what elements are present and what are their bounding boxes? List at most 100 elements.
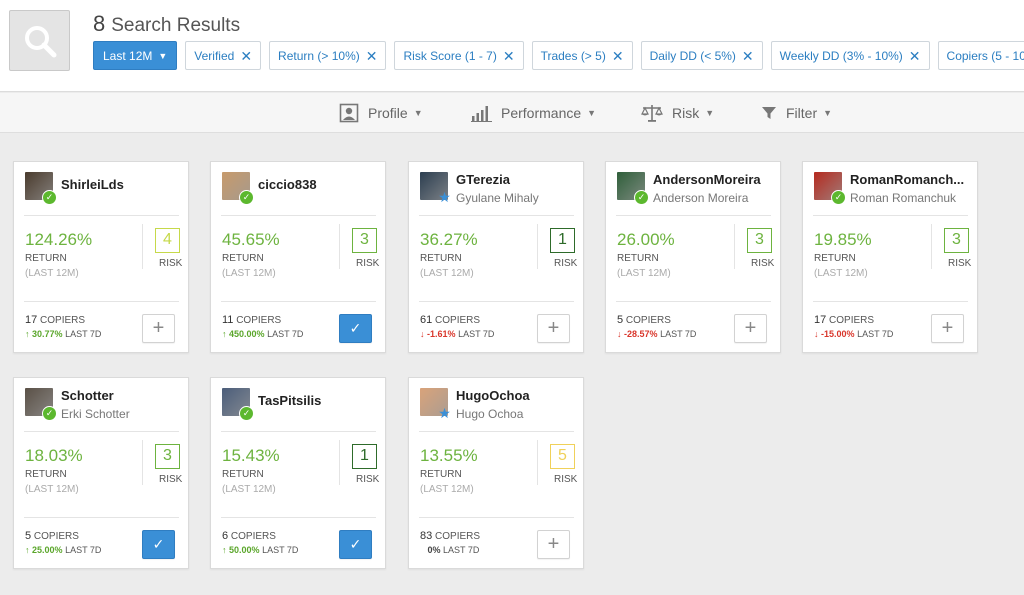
copiers-number: 83 (420, 530, 433, 542)
verified-check-icon: ✓ (634, 190, 649, 205)
copied-check-button[interactable]: ✓ (339, 530, 372, 559)
copy-add-button[interactable]: + (537, 530, 570, 559)
filter-chip[interactable]: Verified ✕ (185, 41, 262, 70)
return-period: (LAST 12M) (814, 268, 868, 279)
divider (24, 431, 179, 432)
toolbar-profile[interactable]: Profile ▼ (339, 93, 423, 133)
check-icon: ✓ (349, 320, 362, 336)
trader-username[interactable]: HugoOchoa (456, 388, 576, 403)
change-period: LAST 7D (857, 329, 894, 339)
copiers-label: COPIERS (829, 315, 875, 326)
filter-chip[interactable]: Risk Score (1 - 7) ✕ (394, 41, 524, 70)
close-icon[interactable]: ✕ (742, 49, 754, 63)
copy-add-button[interactable]: + (142, 314, 175, 343)
avatar[interactable]: ✓ (617, 172, 649, 205)
filter-chips: Last 12M ▼ Verified ✕ Return (> 10%) ✕ Risk Sc… (93, 41, 1024, 70)
avatar[interactable]: ✓ (25, 388, 57, 421)
filter-chip[interactable]: Weekly DD (3% - 10%) ✕ (770, 41, 930, 70)
return-value: 36.27% (420, 230, 478, 249)
period-dropdown[interactable]: Last 12M ▼ (93, 41, 178, 70)
results-count: 8 (93, 11, 106, 36)
close-icon[interactable]: ✕ (366, 49, 378, 63)
divider (142, 440, 143, 485)
trader-username[interactable]: ShirleiLds (61, 177, 181, 192)
filter-chip[interactable]: Daily DD (< 5%) ✕ (640, 41, 763, 70)
bar-chart-icon (471, 104, 492, 122)
return-value: 18.03% (25, 446, 83, 465)
copiers-count: 61 COPIERS (420, 314, 480, 326)
avatar[interactable]: ✓ (814, 172, 846, 205)
return-label: RETURN (25, 469, 67, 480)
copiers-number: 5 (25, 530, 32, 542)
close-icon[interactable]: ✕ (503, 49, 515, 63)
filter-chip-label: Last 12M (103, 48, 153, 63)
copiers-change: ↑ 50.00% LAST 7D (222, 545, 298, 555)
risk-label: RISK (159, 474, 183, 485)
return-label: RETURN (222, 469, 264, 480)
arrow-down-icon: ↓ (814, 329, 822, 339)
toolbar-profile-label: Profile (368, 105, 408, 121)
check-icon: ✓ (349, 536, 362, 552)
filter-chip-label: Daily DD (< 5%) (649, 48, 736, 63)
avatar[interactable]: ★ (420, 388, 451, 420)
filter-chip[interactable]: Trades (> 5) ✕ (531, 41, 633, 70)
trader-username[interactable]: AndersonMoreira (653, 172, 773, 187)
chevron-down-icon: ▼ (587, 108, 597, 118)
chevron-down-icon: ▼ (705, 108, 715, 118)
arrow-up-icon: ↑ (25, 545, 33, 555)
return-period: (LAST 12M) (420, 484, 474, 495)
star-icon: ★ (438, 189, 451, 205)
trader-username[interactable]: GTerezia (456, 172, 576, 187)
toolbar-filter[interactable]: Filter ▼ (761, 93, 832, 133)
return-period: (LAST 12M) (222, 268, 276, 279)
change-value: 0% (427, 545, 441, 555)
toolbar-performance[interactable]: Performance ▼ (471, 93, 596, 133)
plus-icon: + (547, 317, 560, 339)
trader-card: ✓ RomanRomanch... Roman Romanchuk 19.85% RET… (802, 161, 978, 353)
avatar[interactable]: ✓ (222, 388, 254, 421)
trader-fullname: Gyulane Mihaly (456, 191, 539, 205)
chevron-down-icon: ▼ (413, 108, 423, 118)
copiers-count: 6 COPIERS (222, 530, 276, 542)
trader-fullname: Erki Schotter (61, 407, 130, 421)
trader-username[interactable]: TasPitsilis (258, 393, 378, 408)
trader-card: ★ HugoOchoa Hugo Ochoa 13.55% RETURN (LAST 12… (408, 377, 584, 569)
funnel-icon (761, 105, 777, 121)
divider (339, 224, 340, 269)
close-icon[interactable]: ✕ (909, 49, 921, 63)
trader-username[interactable]: Schotter (61, 388, 181, 403)
filter-chip[interactable]: Copiers (5 - 100)✕ (937, 41, 1024, 70)
close-icon[interactable]: ✕ (240, 49, 252, 63)
divider (24, 215, 179, 216)
divider (221, 517, 376, 518)
divider (339, 440, 340, 485)
return-label: RETURN (222, 253, 264, 264)
search-button[interactable] (9, 10, 70, 71)
divider (931, 224, 932, 269)
check-icon: ✓ (152, 536, 165, 552)
copiers-change: ↓ -15.00% LAST 7D (814, 329, 893, 339)
risk-score-badge: 1 (550, 228, 575, 253)
toolbar: Profile ▼ Performance ▼ Risk ▼ Filter ▼ (0, 93, 1024, 133)
trader-username[interactable]: RomanRomanch... (850, 172, 970, 187)
close-icon[interactable]: ✕ (612, 49, 624, 63)
avatar[interactable]: ✓ (25, 172, 57, 205)
toolbar-performance-label: Performance (501, 105, 582, 121)
change-value: -1.61% (427, 329, 456, 339)
results-label: Search Results (111, 15, 241, 36)
avatar[interactable]: ★ (420, 172, 451, 204)
divider (734, 224, 735, 269)
copy-add-button[interactable]: + (931, 314, 964, 343)
trader-card: ✓ ciccio838 45.65% RETURN (LAST 12M) 3 RISK 11 … (210, 161, 386, 353)
toolbar-risk[interactable]: Risk ▼ (641, 93, 714, 133)
filter-chip[interactable]: Return (> 10%) ✕ (269, 41, 387, 70)
copied-check-button[interactable]: ✓ (142, 530, 175, 559)
avatar[interactable]: ✓ (222, 172, 254, 205)
copy-add-button[interactable]: + (734, 314, 767, 343)
return-value: 45.65% (222, 230, 280, 249)
copy-add-button[interactable]: + (537, 314, 570, 343)
arrow-up-icon: ↑ (25, 329, 33, 339)
toolbar-risk-label: Risk (672, 105, 700, 121)
copied-check-button[interactable]: ✓ (339, 314, 372, 343)
trader-username[interactable]: ciccio838 (258, 177, 378, 192)
